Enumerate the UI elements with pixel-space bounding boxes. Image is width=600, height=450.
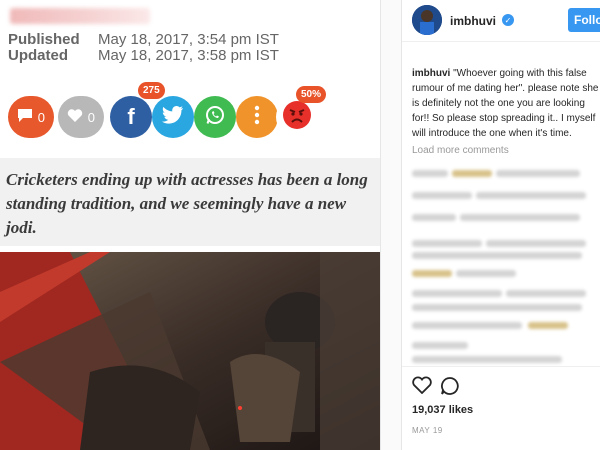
angry-face-icon <box>282 100 312 135</box>
more-share-button[interactable] <box>236 96 278 138</box>
published-row: Published May 18, 2017, 3:54 pm IST <box>8 32 279 48</box>
pull-quote: Cricketers ending up with actresses has … <box>6 170 368 237</box>
likes-count[interactable]: 19,037 likes <box>412 404 473 416</box>
facebook-share-count-badge: 275 <box>138 82 165 99</box>
avatar[interactable] <box>412 5 442 35</box>
twitter-icon <box>162 105 184 129</box>
article-panel: Published May 18, 2017, 3:54 pm IST Upda… <box>0 0 380 450</box>
panel-divider <box>380 0 402 450</box>
updated-label: Updated <box>8 47 68 64</box>
load-more-comments-link[interactable]: Load more comments <box>412 145 509 156</box>
comment-button[interactable]: 0 <box>8 96 54 138</box>
pull-quote-box: Cricketers ending up with actresses has … <box>0 158 380 246</box>
updated-row: Updated May 18, 2017, 3:58 pm IST <box>8 48 279 64</box>
twitter-share-button[interactable] <box>152 96 194 138</box>
comment-count: 0 <box>37 109 45 125</box>
more-vertical-icon <box>254 105 260 130</box>
comment-bubble-icon[interactable] <box>440 376 460 401</box>
post-caption: imbhuvi "Whoever going with this false r… <box>412 66 600 141</box>
comment-icon <box>17 108 33 126</box>
like-button[interactable]: 0 <box>58 96 104 138</box>
share-bar: 0 0 f 275 50% <box>8 82 380 138</box>
facebook-icon: f <box>127 104 135 129</box>
verified-badge-icon: ✓ <box>502 14 514 26</box>
heart-icon[interactable] <box>412 376 432 399</box>
actions-divider <box>402 366 600 367</box>
author-name-blurred <box>10 8 150 24</box>
heart-icon <box>67 108 83 126</box>
whatsapp-icon <box>204 104 226 131</box>
username-link[interactable]: imbhuvi <box>450 14 496 28</box>
follow-button[interactable]: Follow <box>568 8 600 32</box>
reaction-percent-badge: 50% <box>296 86 327 103</box>
instagram-post-panel: imbhuvi ✓ Follow imbhuvi "Whoever going … <box>402 0 600 450</box>
facebook-share-button[interactable]: f <box>110 96 152 138</box>
caption-username[interactable]: imbhuvi <box>412 68 450 79</box>
post-date: MAY 19 <box>412 426 443 435</box>
whatsapp-share-button[interactable] <box>194 96 236 138</box>
published-value: May 18, 2017, 3:54 pm IST <box>98 31 279 48</box>
article-photo <box>0 252 380 450</box>
page: Published May 18, 2017, 3:54 pm IST Upda… <box>0 0 600 450</box>
published-label: Published <box>8 31 80 48</box>
updated-value: May 18, 2017, 3:58 pm IST <box>98 47 279 64</box>
article-meta: Published May 18, 2017, 3:54 pm IST Upda… <box>8 32 279 64</box>
like-count: 0 <box>87 109 95 125</box>
post-header: imbhuvi ✓ Follow <box>402 0 600 42</box>
